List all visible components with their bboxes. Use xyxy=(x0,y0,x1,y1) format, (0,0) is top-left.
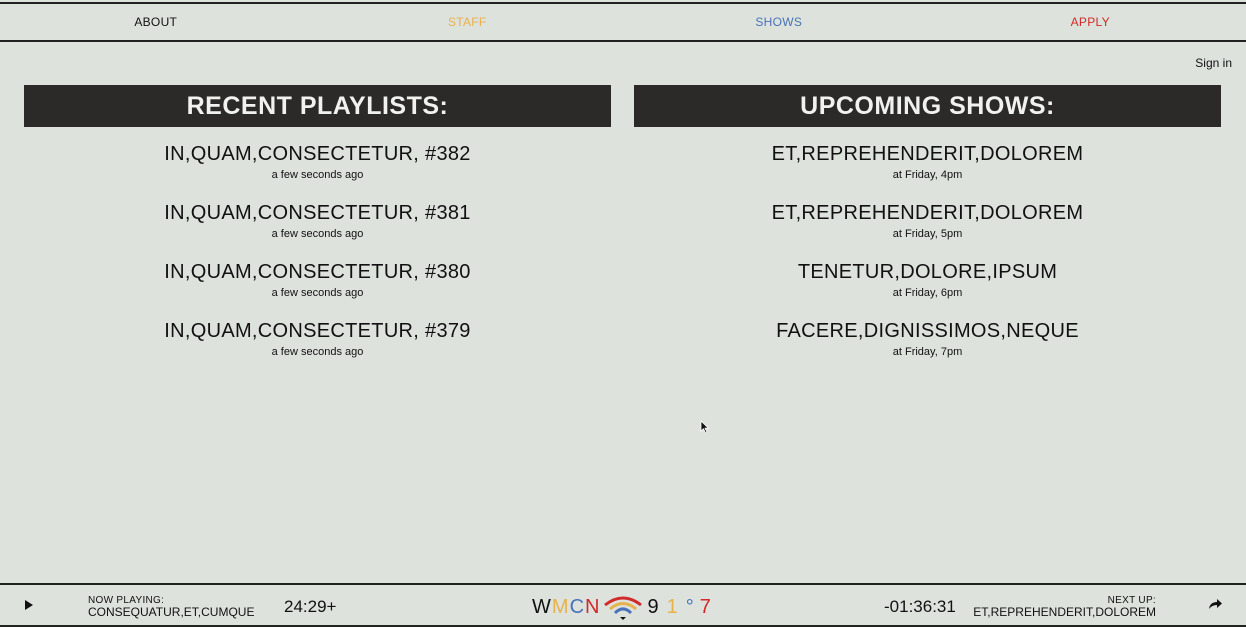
show-item: FACERE,DIGNISSIMOS,NEQUE at Friday, 7pm xyxy=(634,318,1221,377)
elapsed-time: 24:29+ xyxy=(284,597,337,616)
logo-digit: ° xyxy=(685,595,694,618)
show-time: at Friday, 6pm xyxy=(892,287,963,299)
show-title-link[interactable]: TENETUR,DOLORE,IPSUM xyxy=(634,259,1221,285)
logo-digit: 1 xyxy=(666,595,678,618)
logo-digit: 9 xyxy=(647,595,659,618)
playlist-item: IN,QUAM,CONSECTETUR, #381 a few seconds … xyxy=(24,200,611,259)
logo-letter: N xyxy=(585,595,600,618)
show-item: TENETUR,DOLORE,IPSUM at Friday, 6pm xyxy=(634,259,1221,318)
playlist-list: IN,QUAM,CONSECTETUR, #382 a few seconds … xyxy=(24,141,611,377)
skip-button[interactable] xyxy=(1206,595,1224,613)
playlist-title-link[interactable]: IN,QUAM,CONSECTETUR, #380 xyxy=(24,259,611,285)
nav-shows-link[interactable]: SHOWS xyxy=(623,15,935,29)
nav-staff-link[interactable]: STAFF xyxy=(312,15,624,29)
nav-about-link[interactable]: ABOUT xyxy=(0,15,312,29)
show-time: at Friday, 5pm xyxy=(892,228,963,240)
logo-letter: C xyxy=(569,595,585,618)
playlist-item: IN,QUAM,CONSECTETUR, #379 a few seconds … xyxy=(24,318,611,377)
show-title-link[interactable]: ET,REPREHENDERIT,DOLOREM xyxy=(634,141,1221,167)
play-button[interactable] xyxy=(22,597,36,613)
now-playing-track: CONSEQUATUR,ET,CUMQUE xyxy=(88,605,255,619)
playlist-time: a few seconds ago xyxy=(271,346,364,358)
show-title-link[interactable]: ET,REPREHENDERIT,DOLOREM xyxy=(634,200,1221,226)
playlist-title-link[interactable]: IN,QUAM,CONSECTETUR, #381 xyxy=(24,200,611,226)
playlist-time: a few seconds ago xyxy=(271,287,364,299)
sign-in-link[interactable]: Sign in xyxy=(1195,56,1232,70)
show-list: ET,REPREHENDERIT,DOLOREM at Friday, 4pm … xyxy=(634,141,1221,377)
station-logo: W M C N 9 1 ° 7 xyxy=(532,592,712,622)
show-item: ET,REPREHENDERIT,DOLOREM at Friday, 4pm xyxy=(634,141,1221,200)
mouse-cursor-icon xyxy=(700,420,710,434)
upcoming-shows-section: UPCOMING SHOWS: ET,REPREHENDERIT,DOLOREM… xyxy=(634,85,1221,377)
now-playing: NOW PLAYING: CONSEQUATUR,ET,CUMQUE xyxy=(88,595,254,618)
upcoming-shows-header: UPCOMING SHOWS: xyxy=(634,85,1221,127)
skip-forward-icon xyxy=(1209,599,1222,609)
playlist-item: IN,QUAM,CONSECTETUR, #382 a few seconds … xyxy=(24,141,611,200)
playlist-time: a few seconds ago xyxy=(271,228,364,240)
nav-apply-link[interactable]: APPLY xyxy=(935,15,1246,29)
logo-digit: 7 xyxy=(699,595,711,618)
playlist-time: a few seconds ago xyxy=(271,169,364,181)
logo-letter: M xyxy=(551,595,569,618)
show-time: at Friday, 4pm xyxy=(892,169,963,181)
logo-letter: W xyxy=(532,595,551,618)
recent-playlists-section: RECENT PLAYLISTS: IN,QUAM,CONSECTETUR, #… xyxy=(24,85,611,377)
playlist-title-link[interactable]: IN,QUAM,CONSECTETUR, #382 xyxy=(24,141,611,167)
playlist-item: IN,QUAM,CONSECTETUR, #380 a few seconds … xyxy=(24,259,611,318)
playlist-title-link[interactable]: IN,QUAM,CONSECTETUR, #379 xyxy=(24,318,611,344)
show-item: ET,REPREHENDERIT,DOLOREM at Friday, 5pm xyxy=(634,200,1221,259)
player-bar: NOW PLAYING: CONSEQUATUR,ET,CUMQUE 24:29… xyxy=(0,583,1246,627)
next-up-track: ET,REPREHENDERIT,DOLOREM xyxy=(973,605,1156,619)
radio-waves-icon xyxy=(604,596,643,620)
recent-playlists-header: RECENT PLAYLISTS: xyxy=(24,85,611,127)
next-up: NEXT UP: ET,REPREHENDERIT,DOLOREM xyxy=(973,595,1156,618)
show-title-link[interactable]: FACERE,DIGNISSIMOS,NEQUE xyxy=(634,318,1221,344)
remaining-time: -01:36:31 xyxy=(884,597,956,616)
top-nav: ABOUT STAFF SHOWS APPLY xyxy=(0,2,1246,42)
show-time: at Friday, 7pm xyxy=(892,346,963,358)
